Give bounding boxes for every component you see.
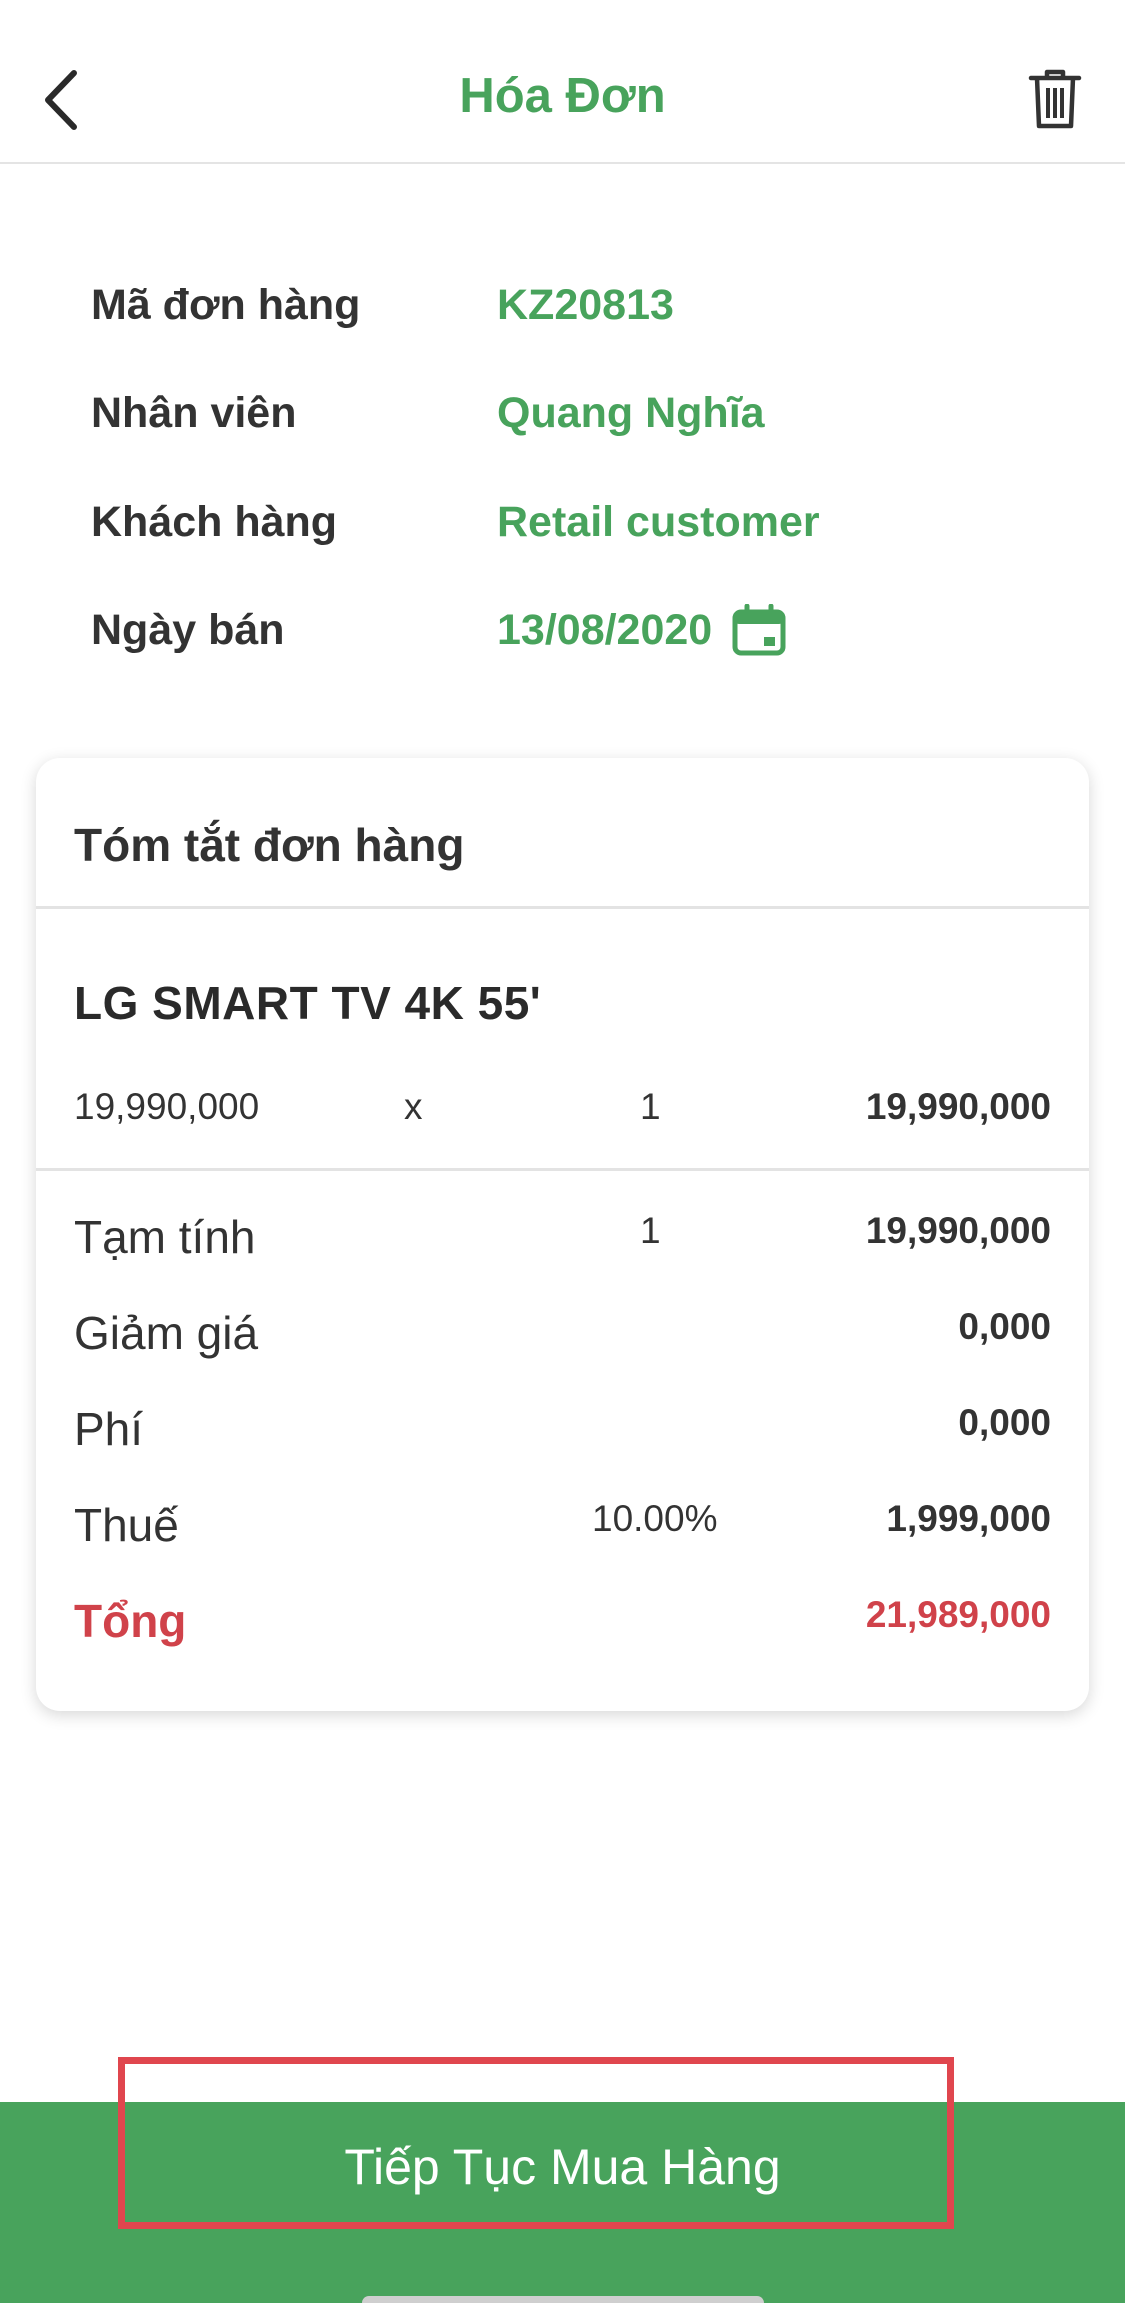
quantity: 1 <box>640 1086 661 1127</box>
total-row: Tổng 21,989,000 <box>74 1594 1051 1658</box>
staff-label: Nhân viên <box>91 388 297 437</box>
line-total: 19,990,000 <box>865 1086 1051 1127</box>
product-name: LG SMART TV 4K 55' <box>74 977 542 1029</box>
page-title: Hóa Đơn <box>459 69 666 123</box>
multiply-sign: x <box>404 1086 423 1127</box>
staff-value: Quang Nghĩa <box>497 388 765 437</box>
fee-value: 0,000 <box>958 1402 1051 1443</box>
divider <box>36 906 1089 909</box>
tax-row[interactable]: Thuế 10.00% 1,999,000 <box>74 1498 1051 1562</box>
divider <box>36 1168 1089 1171</box>
subtotal-row: Tạm tính 1 19,990,000 <box>74 1210 1051 1274</box>
tax-value: 1,999,000 <box>886 1498 1051 1539</box>
discount-label: Giảm giá <box>74 1307 259 1359</box>
product-line: 19,990,000 x 1 19,990,000 <box>74 1086 1051 1142</box>
staff-row: Nhân viên Quang Nghĩa <box>91 378 1051 448</box>
customer-value[interactable]: Retail customer <box>497 498 820 547</box>
customer-label: Khách hàng <box>91 497 338 546</box>
discount-value: 0,000 <box>958 1306 1051 1347</box>
sale-date-value: 13/08/2020 <box>497 605 713 654</box>
fee-label: Phí <box>74 1403 144 1455</box>
nav-bar: Hóa Đơn <box>0 0 1125 164</box>
trash-icon <box>1028 69 1082 129</box>
tax-label: Thuế <box>74 1499 179 1551</box>
fee-row[interactable]: Phí 0,000 <box>74 1402 1051 1466</box>
order-summary-title: Tóm tắt đơn hàng <box>74 819 465 871</box>
total-value: 21,989,000 <box>865 1594 1051 1635</box>
subtotal-label: Tạm tính <box>74 1211 256 1263</box>
order-summary-card: Tóm tắt đơn hàng LG SMART TV 4K 55' 19,9… <box>36 758 1089 1711</box>
sale-date-picker[interactable]: 13/08/2020 <box>497 604 786 656</box>
calendar-icon[interactable] <box>732 604 786 656</box>
order-code-label: Mã đơn hàng <box>91 280 361 329</box>
customer-row: Khách hàng Retail customer <box>91 487 1051 557</box>
tax-rate: 10.00% <box>592 1498 718 1539</box>
unit-price: 19,990,000 <box>74 1086 260 1127</box>
subtotal-quantity: 1 <box>640 1210 661 1251</box>
order-code-value: KZ20813 <box>497 280 674 329</box>
order-code-row: Mã đơn hàng KZ20813 <box>91 270 1051 340</box>
discount-row[interactable]: Giảm giá 0,000 <box>74 1306 1051 1370</box>
home-indicator <box>362 2296 764 2303</box>
highlight-box <box>118 2057 954 2229</box>
delete-button[interactable] <box>1025 66 1085 132</box>
sale-date-label: Ngày bán <box>91 605 285 654</box>
total-label: Tổng <box>74 1595 187 1647</box>
subtotal-value: 19,990,000 <box>865 1210 1051 1251</box>
sale-date-row: Ngày bán 13/08/2020 <box>91 595 1051 665</box>
